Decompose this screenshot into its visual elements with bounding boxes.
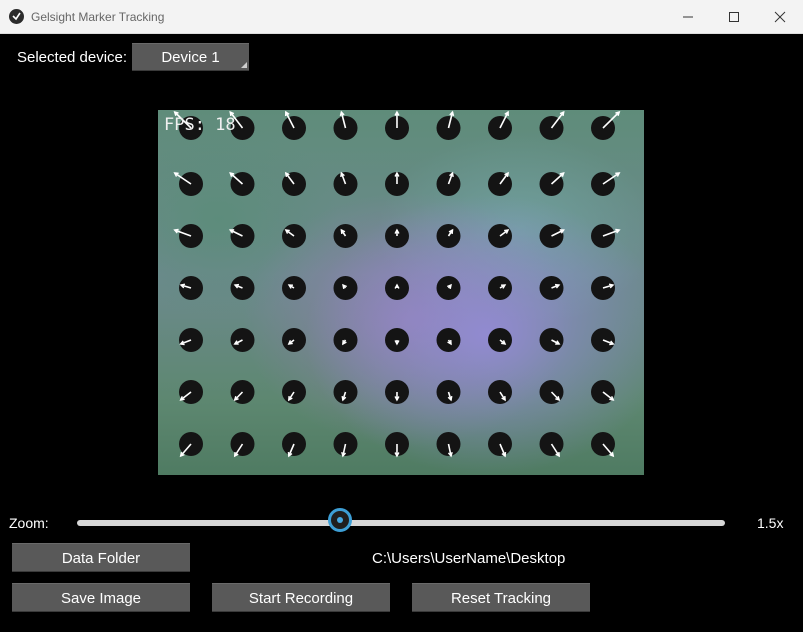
zoom-slider-track[interactable] <box>77 520 725 526</box>
app-logo-icon <box>9 9 24 24</box>
maximize-icon <box>729 12 739 22</box>
marker-overlay <box>173 110 621 458</box>
data-folder-button[interactable]: Data Folder <box>12 543 190 572</box>
zoom-label: Zoom: <box>9 515 49 531</box>
camera-feed: FPS: 18 <box>158 110 644 475</box>
folder-path-text: C:\Users\UserName\Desktop <box>372 550 566 567</box>
reset-tracking-button[interactable]: Reset Tracking <box>412 583 590 612</box>
maximize-button[interactable] <box>711 0 757 33</box>
start-recording-button[interactable]: Start Recording <box>212 583 390 612</box>
device-select-dropdown[interactable]: Device 1 <box>132 43 249 71</box>
save-image-button[interactable]: Save Image <box>12 583 190 612</box>
window-title: Gelsight Marker Tracking <box>31 10 165 24</box>
fps-counter: FPS: 18 <box>164 115 236 135</box>
zoom-value: 1.5x <box>757 515 784 531</box>
minimize-icon <box>683 16 693 18</box>
title-bar: Gelsight Marker Tracking <box>0 0 803 34</box>
minimize-button[interactable] <box>665 0 711 33</box>
close-button[interactable] <box>757 0 803 33</box>
selected-device-label: Selected device: <box>17 49 128 66</box>
zoom-slider-handle[interactable] <box>328 508 352 532</box>
close-icon <box>774 11 786 23</box>
